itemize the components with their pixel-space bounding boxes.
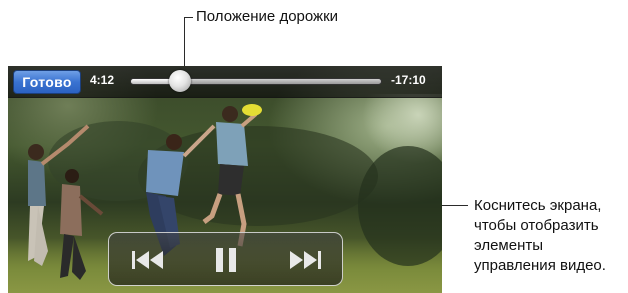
- tap-screen-callout: Коснитесь экрана, чтобы отобразить элеме…: [474, 196, 628, 276]
- remaining-time: -17:10: [391, 73, 426, 87]
- scrubber-callout-line: [184, 17, 193, 18]
- transport-controls: [108, 232, 343, 286]
- next-track-icon: [290, 251, 321, 269]
- tap-callout-line-2: чтобы отобразить: [474, 217, 599, 234]
- tap-callout-line-3: элементы: [474, 237, 544, 254]
- tap-callout-line-4: управления видео.: [474, 257, 606, 274]
- frisbee: [242, 104, 262, 116]
- pause-button[interactable]: [206, 241, 246, 279]
- pause-icon: [216, 248, 236, 272]
- scrubber-callout-label: Положение дорожки: [196, 8, 339, 25]
- tap-callout-line-1: Коснитесь экрана,: [474, 197, 602, 214]
- player-top-bar: Готово 4:12 -17:10: [8, 66, 442, 98]
- done-button[interactable]: Готово: [13, 70, 81, 94]
- elapsed-time: 4:12: [90, 73, 115, 87]
- scrubber-bar[interactable]: [130, 78, 382, 85]
- video-frame[interactable]: Готово 4:12 -17:10: [8, 66, 442, 293]
- playhead-handle[interactable]: [169, 70, 192, 92]
- previous-track-icon: [132, 251, 163, 269]
- previous-button[interactable]: [128, 241, 168, 279]
- next-button[interactable]: [285, 241, 325, 279]
